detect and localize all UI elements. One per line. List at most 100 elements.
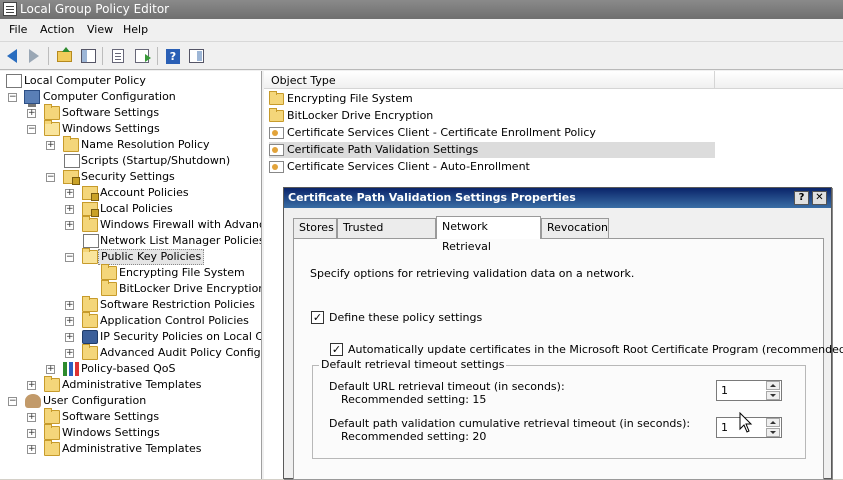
expand-icon[interactable]: +	[27, 109, 36, 118]
folder-icon	[101, 264, 117, 280]
collapse-icon[interactable]: −	[27, 125, 36, 134]
back-icon[interactable]	[3, 48, 21, 64]
tree-item-administrative-templates[interactable]: + Administrative Templates	[0, 376, 260, 393]
spinner-up-icon[interactable]	[766, 418, 780, 427]
certificate-icon	[269, 144, 284, 156]
path-timeout-value[interactable]: 1	[721, 421, 728, 434]
folder-icon	[82, 344, 98, 360]
properties-dialog: Certificate Path Validation Settings Pro…	[283, 187, 843, 480]
path-timeout-recommended: Recommended setting: 20	[341, 430, 487, 443]
up-folder-icon[interactable]	[55, 46, 73, 64]
collapse-icon[interactable]: −	[8, 93, 17, 102]
expand-icon[interactable]: +	[65, 205, 74, 214]
folder-icon	[44, 408, 60, 424]
expand-icon[interactable]: +	[27, 381, 36, 390]
collapse-icon[interactable]: −	[65, 253, 74, 262]
properties-doc-icon[interactable]	[109, 48, 127, 64]
tree-item-local-policies[interactable]: + Local Policies	[0, 201, 260, 217]
tree-item-advanced-audit[interactable]: + Advanced Audit Policy Configurat	[0, 344, 261, 361]
tree-item-computer-configuration[interactable]: − Computer Configuration	[0, 89, 260, 107]
tree-item-scripts[interactable]: Scripts (Startup/Shutdown)	[0, 153, 260, 169]
folder-icon	[44, 104, 60, 120]
tree-item-windows-firewall[interactable]: + Windows Firewall with Advanced	[0, 216, 261, 233]
tree-item-user-software-settings[interactable]: + Software Settings	[0, 408, 260, 425]
tree-item-user-configuration[interactable]: − User Configuration	[0, 393, 260, 409]
expand-icon[interactable]: +	[65, 221, 74, 230]
tree-item-bitlocker[interactable]: BitLocker Drive Encryption	[0, 280, 261, 297]
certificate-icon	[269, 161, 284, 173]
shield-icon	[82, 330, 98, 344]
dialog-help-button[interactable]: ?	[794, 191, 809, 205]
expand-icon[interactable]: +	[65, 349, 74, 358]
expand-icon[interactable]: +	[46, 365, 55, 374]
path-timeout-label: Default path validation cumulative retri…	[329, 417, 691, 430]
column-header-object-type[interactable]: Object Type	[271, 74, 336, 87]
tab-trusted-publishers[interactable]: Trusted Publishers	[337, 218, 436, 252]
tree-item-account-policies[interactable]: + Account Policies	[0, 185, 260, 201]
menu-bar: File Action View Help	[0, 20, 843, 42]
toolbar: ?	[0, 43, 843, 70]
folder-open-icon	[44, 120, 60, 136]
tree-item-application-control[interactable]: + Application Control Policies	[0, 312, 260, 329]
spinner-down-icon[interactable]	[766, 428, 780, 437]
tree-item-network-list-manager[interactable]: Network List Manager Policies	[0, 233, 261, 249]
tree-item-software-settings[interactable]: + Software Settings	[0, 104, 260, 121]
expand-icon[interactable]: +	[65, 189, 74, 198]
url-timeout-recommended: Recommended setting: 15	[341, 393, 487, 406]
define-policy-label: Define these policy settings	[329, 311, 483, 324]
dialog-title-bar: Certificate Path Validation Settings Pro…	[284, 188, 831, 208]
menu-action[interactable]: Action	[37, 23, 77, 36]
certificate-icon	[269, 127, 284, 139]
define-policy-checkbox[interactable]: ✓	[311, 311, 324, 324]
tree-item-user-administrative-templates[interactable]: + Administrative Templates	[0, 440, 260, 457]
show-hide-tree-icon[interactable]	[79, 48, 97, 64]
tree-item-windows-settings[interactable]: − Windows Settings	[0, 120, 260, 137]
tree-item-software-restriction[interactable]: + Software Restriction Policies	[0, 296, 260, 313]
spinner-up-icon[interactable]	[766, 381, 780, 390]
dialog-title: Certificate Path Validation Settings Pro…	[288, 191, 576, 204]
spinner-down-icon[interactable]	[766, 391, 780, 400]
expand-icon[interactable]: +	[65, 333, 74, 342]
collapse-icon[interactable]: −	[8, 397, 17, 406]
url-timeout-value[interactable]: 1	[721, 384, 728, 397]
export-list-icon[interactable]	[133, 48, 151, 64]
tree-item-name-resolution-policy[interactable]: + Name Resolution Policy	[0, 136, 260, 153]
title-bar: Local Group Policy Editor	[0, 0, 843, 19]
tree-item-public-key-policies[interactable]: − Public Key Policies	[0, 248, 260, 265]
tree-item-policy-based-qos[interactable]: + Policy-based QoS	[0, 361, 260, 377]
menu-file[interactable]: File	[6, 23, 30, 36]
chart-icon	[63, 362, 79, 376]
groupbox-label: Default retrieval timeout settings	[319, 358, 507, 371]
action-pane-icon[interactable]	[187, 48, 205, 64]
tree-item-encrypting-file-system[interactable]: Encrypting File System	[0, 264, 260, 281]
column-divider[interactable]	[714, 71, 715, 89]
tree-item-user-windows-settings[interactable]: + Windows Settings	[0, 424, 260, 441]
user-icon	[25, 394, 41, 408]
url-timeout-spinner[interactable]: 1	[716, 380, 782, 401]
menu-view[interactable]: View	[84, 23, 116, 36]
tree-item-ip-security[interactable]: + IP Security Policies on Local Comp	[0, 329, 261, 345]
tree-item-security-settings[interactable]: − Security Settings	[0, 169, 260, 185]
collapse-icon[interactable]: −	[46, 173, 55, 182]
folder-icon	[269, 108, 284, 122]
expand-icon[interactable]: +	[46, 141, 55, 150]
expand-icon[interactable]: +	[27, 429, 36, 438]
tab-stores[interactable]: Stores	[293, 218, 337, 238]
auto-update-checkbox[interactable]: ✓	[330, 343, 343, 356]
expand-icon[interactable]: +	[65, 301, 74, 310]
tab-network-retrieval[interactable]: Network Retrieval	[436, 216, 541, 253]
folder-icon	[44, 376, 60, 392]
expand-icon[interactable]: +	[27, 445, 36, 454]
menu-help[interactable]: Help	[120, 23, 151, 36]
expand-icon[interactable]: +	[65, 317, 74, 326]
tab-revocation[interactable]: Revocation	[541, 218, 609, 238]
network-retrieval-panel: Specify options for retrieving validatio…	[293, 238, 843, 480]
console-tree: Local Computer Policy − Computer Configu…	[0, 71, 262, 479]
help-icon[interactable]: ?	[164, 48, 182, 64]
list-item-cert-path-validation[interactable]: Certificate Path Validation Settings	[269, 142, 715, 158]
dialog-close-button[interactable]: ✕	[812, 191, 827, 205]
forward-icon[interactable]	[25, 48, 43, 64]
expand-icon[interactable]: +	[27, 413, 36, 422]
folder-icon	[101, 280, 117, 296]
tree-item-local-computer-policy[interactable]: Local Computer Policy	[0, 73, 260, 89]
